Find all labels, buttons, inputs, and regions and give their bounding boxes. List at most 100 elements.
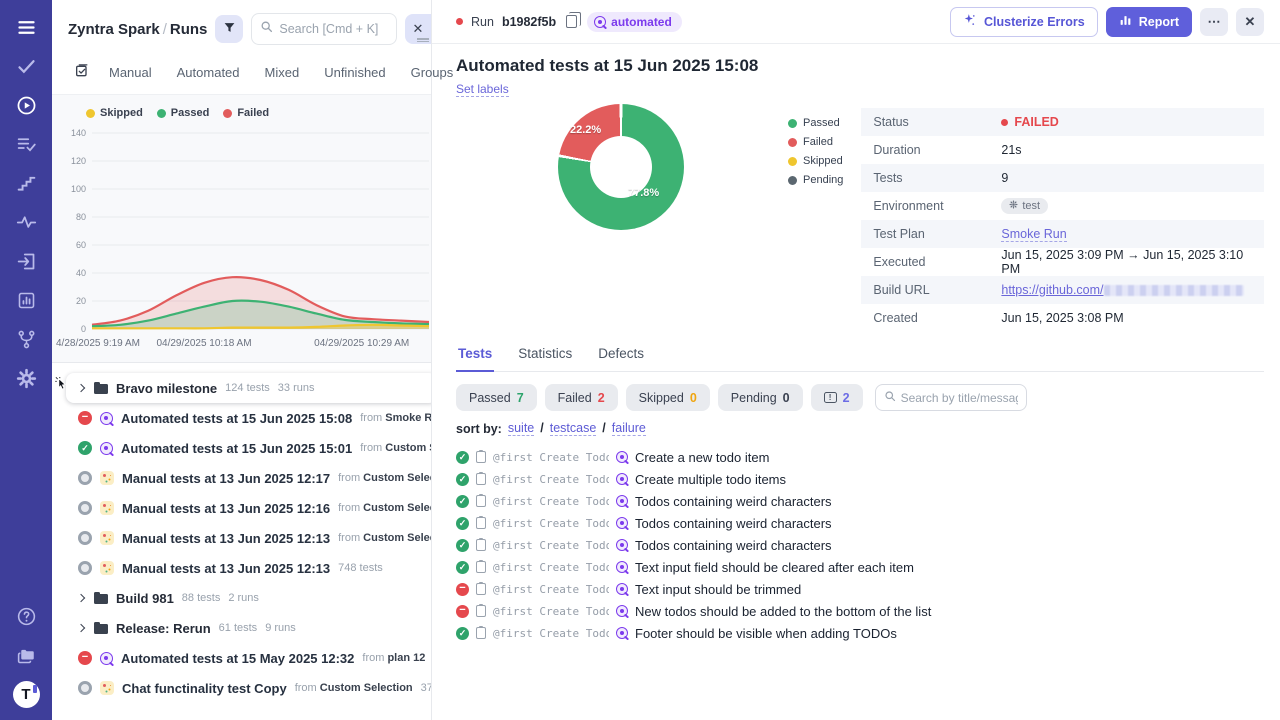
legend-item[interactable]: Skipped bbox=[86, 107, 143, 119]
run-row[interactable]: Manual tests at 13 Jun 2025 12:13 748 te… bbox=[66, 553, 431, 583]
panel-drag-handle[interactable] bbox=[417, 38, 429, 42]
set-labels-link[interactable]: Set labels bbox=[456, 82, 509, 97]
copy-icon[interactable] bbox=[566, 15, 577, 28]
runs-play-icon[interactable] bbox=[13, 92, 39, 118]
legend-item[interactable]: Passed bbox=[157, 107, 210, 119]
run-row[interactable]: Automated tests at 15 Jun 2025 15:01 fro… bbox=[66, 433, 431, 463]
runs-filter-tab[interactable]: Automated bbox=[177, 65, 240, 80]
filter-chip[interactable]: 2 bbox=[811, 384, 863, 411]
sort-option[interactable]: suite bbox=[508, 421, 534, 436]
run-row[interactable]: Bravo milestone 124 tests 33 runs bbox=[66, 373, 431, 403]
test-row[interactable]: @first Create Todos… Create a new todo i… bbox=[456, 446, 1264, 468]
test-suite[interactable]: @first Create Todos… bbox=[493, 583, 609, 596]
legend-item[interactable]: Failed bbox=[223, 107, 269, 119]
svg-text:100: 100 bbox=[71, 184, 86, 194]
run-row[interactable]: Release: Rerun 61 tests 9 runs bbox=[66, 613, 431, 643]
donut-legend-item[interactable]: Skipped bbox=[788, 155, 843, 167]
test-title[interactable]: New todos should be added to the bottom … bbox=[635, 604, 931, 619]
run-row[interactable]: Automated tests at 15 Jun 2025 15:08 fro… bbox=[66, 403, 431, 433]
test-plans-icon[interactable] bbox=[13, 131, 39, 157]
donut-legend-item[interactable]: Pending bbox=[788, 174, 843, 186]
runs-filter-tab[interactable]: Groups bbox=[411, 65, 454, 80]
run-row[interactable]: Manual tests at 13 Jun 2025 12:13 from C… bbox=[66, 523, 431, 553]
automated-badge[interactable]: automated bbox=[587, 12, 682, 32]
test-row[interactable]: @first Create Todos… Text input should b… bbox=[456, 578, 1264, 600]
report-button[interactable]: Report bbox=[1106, 7, 1192, 37]
test-title[interactable]: Text input should be trimmed bbox=[635, 582, 801, 597]
detail-tab[interactable]: Statistics bbox=[516, 346, 574, 371]
folder-name: Build 981 bbox=[116, 591, 174, 606]
donut-legend-item[interactable]: Passed bbox=[788, 117, 843, 129]
test-suite[interactable]: @first Create Todos… bbox=[493, 451, 609, 464]
test-suite[interactable]: @first Create Todos… bbox=[493, 517, 609, 530]
runs-filter-tab[interactable]: Mixed bbox=[265, 65, 300, 80]
test-row[interactable]: @first Create Todos… Todos containing we… bbox=[456, 534, 1264, 556]
runs-filter-tab[interactable]: Unfinished bbox=[324, 65, 385, 80]
test-title[interactable]: Create multiple todo items bbox=[635, 472, 786, 487]
test-suite[interactable]: @first Create Todos… bbox=[493, 627, 609, 640]
menu-icon[interactable] bbox=[13, 14, 39, 40]
run-row[interactable]: Manual tests at 13 Jun 2025 12:17 from C… bbox=[66, 463, 431, 493]
test-title[interactable]: Todos containing weird characters bbox=[635, 516, 832, 531]
test-title[interactable]: Footer should be visible when adding TOD… bbox=[635, 626, 897, 641]
test-title[interactable]: Todos containing weird characters bbox=[635, 494, 832, 509]
test-row[interactable]: @first Create Todos… New todos should be… bbox=[456, 600, 1264, 622]
run-row[interactable]: Automated tests at 15 May 2025 12:32 fro… bbox=[66, 643, 431, 673]
test-row[interactable]: @first Create Todos… Text input field sh… bbox=[456, 556, 1264, 578]
test-suite[interactable]: @first Create Todos… bbox=[493, 539, 609, 552]
test-title[interactable]: Create a new todo item bbox=[635, 450, 769, 465]
chip-label: Passed bbox=[469, 391, 511, 405]
filter-chip[interactable]: Failed 2 bbox=[545, 384, 618, 411]
test-title[interactable]: Todos containing weird characters bbox=[635, 538, 832, 553]
run-row[interactable]: Build 981 88 tests 2 runs bbox=[66, 583, 431, 613]
run-detail-topbar: Run b1982f5b automated Clusterize Errors… bbox=[432, 0, 1280, 44]
analytics-icon[interactable] bbox=[13, 287, 39, 313]
test-row[interactable]: @first Create Todos… Create multiple tod… bbox=[456, 468, 1264, 490]
import-icon[interactable] bbox=[13, 248, 39, 274]
milestones-icon[interactable] bbox=[13, 170, 39, 196]
test-row[interactable]: @first Create Todos… Todos containing we… bbox=[456, 490, 1264, 512]
test-title[interactable]: Text input field should be cleared after… bbox=[635, 560, 914, 575]
test-suite[interactable]: @first Create Todos… bbox=[493, 473, 609, 486]
chevron-right-icon[interactable] bbox=[77, 594, 85, 602]
filter-chip[interactable]: Skipped 0 bbox=[626, 384, 710, 411]
filter-chip[interactable]: Pending 0 bbox=[718, 384, 803, 411]
detail-tab[interactable]: Tests bbox=[456, 346, 494, 372]
filter-chip[interactable]: Passed 7 bbox=[456, 384, 537, 411]
test-suite[interactable]: @first Create Todos… bbox=[493, 605, 609, 618]
environment-tag[interactable]: test bbox=[1001, 198, 1048, 214]
test-plan-link[interactable]: Smoke Run bbox=[1001, 227, 1066, 242]
test-suite[interactable]: @first Create Todos… bbox=[493, 561, 609, 574]
breadcrumb-project[interactable]: Zyntra Spark bbox=[68, 21, 160, 38]
close-detail-button[interactable]: ✕ bbox=[1236, 8, 1264, 36]
help-icon[interactable] bbox=[13, 603, 39, 629]
pulse-icon[interactable] bbox=[13, 209, 39, 235]
build-url[interactable]: https://github.com/ bbox=[1001, 283, 1243, 297]
tests-search-input[interactable] bbox=[901, 391, 1018, 405]
more-button[interactable]: ⋯ bbox=[1200, 8, 1228, 36]
sort-option[interactable]: testcase bbox=[550, 421, 597, 436]
detail-tab[interactable]: Defects bbox=[596, 346, 646, 371]
trend-chart-legend: Skipped Passed Failed bbox=[52, 105, 431, 123]
test-suite[interactable]: @first Create Todos… bbox=[493, 495, 609, 508]
filter-button[interactable] bbox=[215, 15, 243, 43]
chevron-right-icon[interactable] bbox=[77, 384, 85, 392]
tests-search bbox=[875, 384, 1027, 411]
runs-filter-tab[interactable]: Manual bbox=[109, 65, 152, 80]
runs-search-input[interactable] bbox=[279, 22, 388, 36]
settings-gear-icon[interactable] bbox=[13, 365, 39, 391]
run-row[interactable]: Chat functinality test Copy from Custom … bbox=[66, 673, 431, 703]
test-row[interactable]: @first Create Todos… Footer should be vi… bbox=[456, 622, 1264, 644]
chevron-right-icon[interactable] bbox=[77, 624, 85, 632]
run-row[interactable]: Manual tests at 13 Jun 2025 12:16 from C… bbox=[66, 493, 431, 523]
clusterize-errors-button[interactable]: Clusterize Errors bbox=[950, 7, 1098, 37]
tasks-check-icon[interactable] bbox=[13, 53, 39, 79]
projects-icon[interactable] bbox=[13, 642, 39, 668]
select-all-icon[interactable] bbox=[74, 63, 90, 82]
app-logo[interactable]: T bbox=[13, 681, 40, 708]
sort-option[interactable]: failure bbox=[612, 421, 646, 436]
donut-legend-item[interactable]: Failed bbox=[788, 136, 843, 148]
branches-icon[interactable] bbox=[13, 326, 39, 352]
from-label: from bbox=[362, 652, 384, 664]
test-row[interactable]: @first Create Todos… Todos containing we… bbox=[456, 512, 1264, 534]
